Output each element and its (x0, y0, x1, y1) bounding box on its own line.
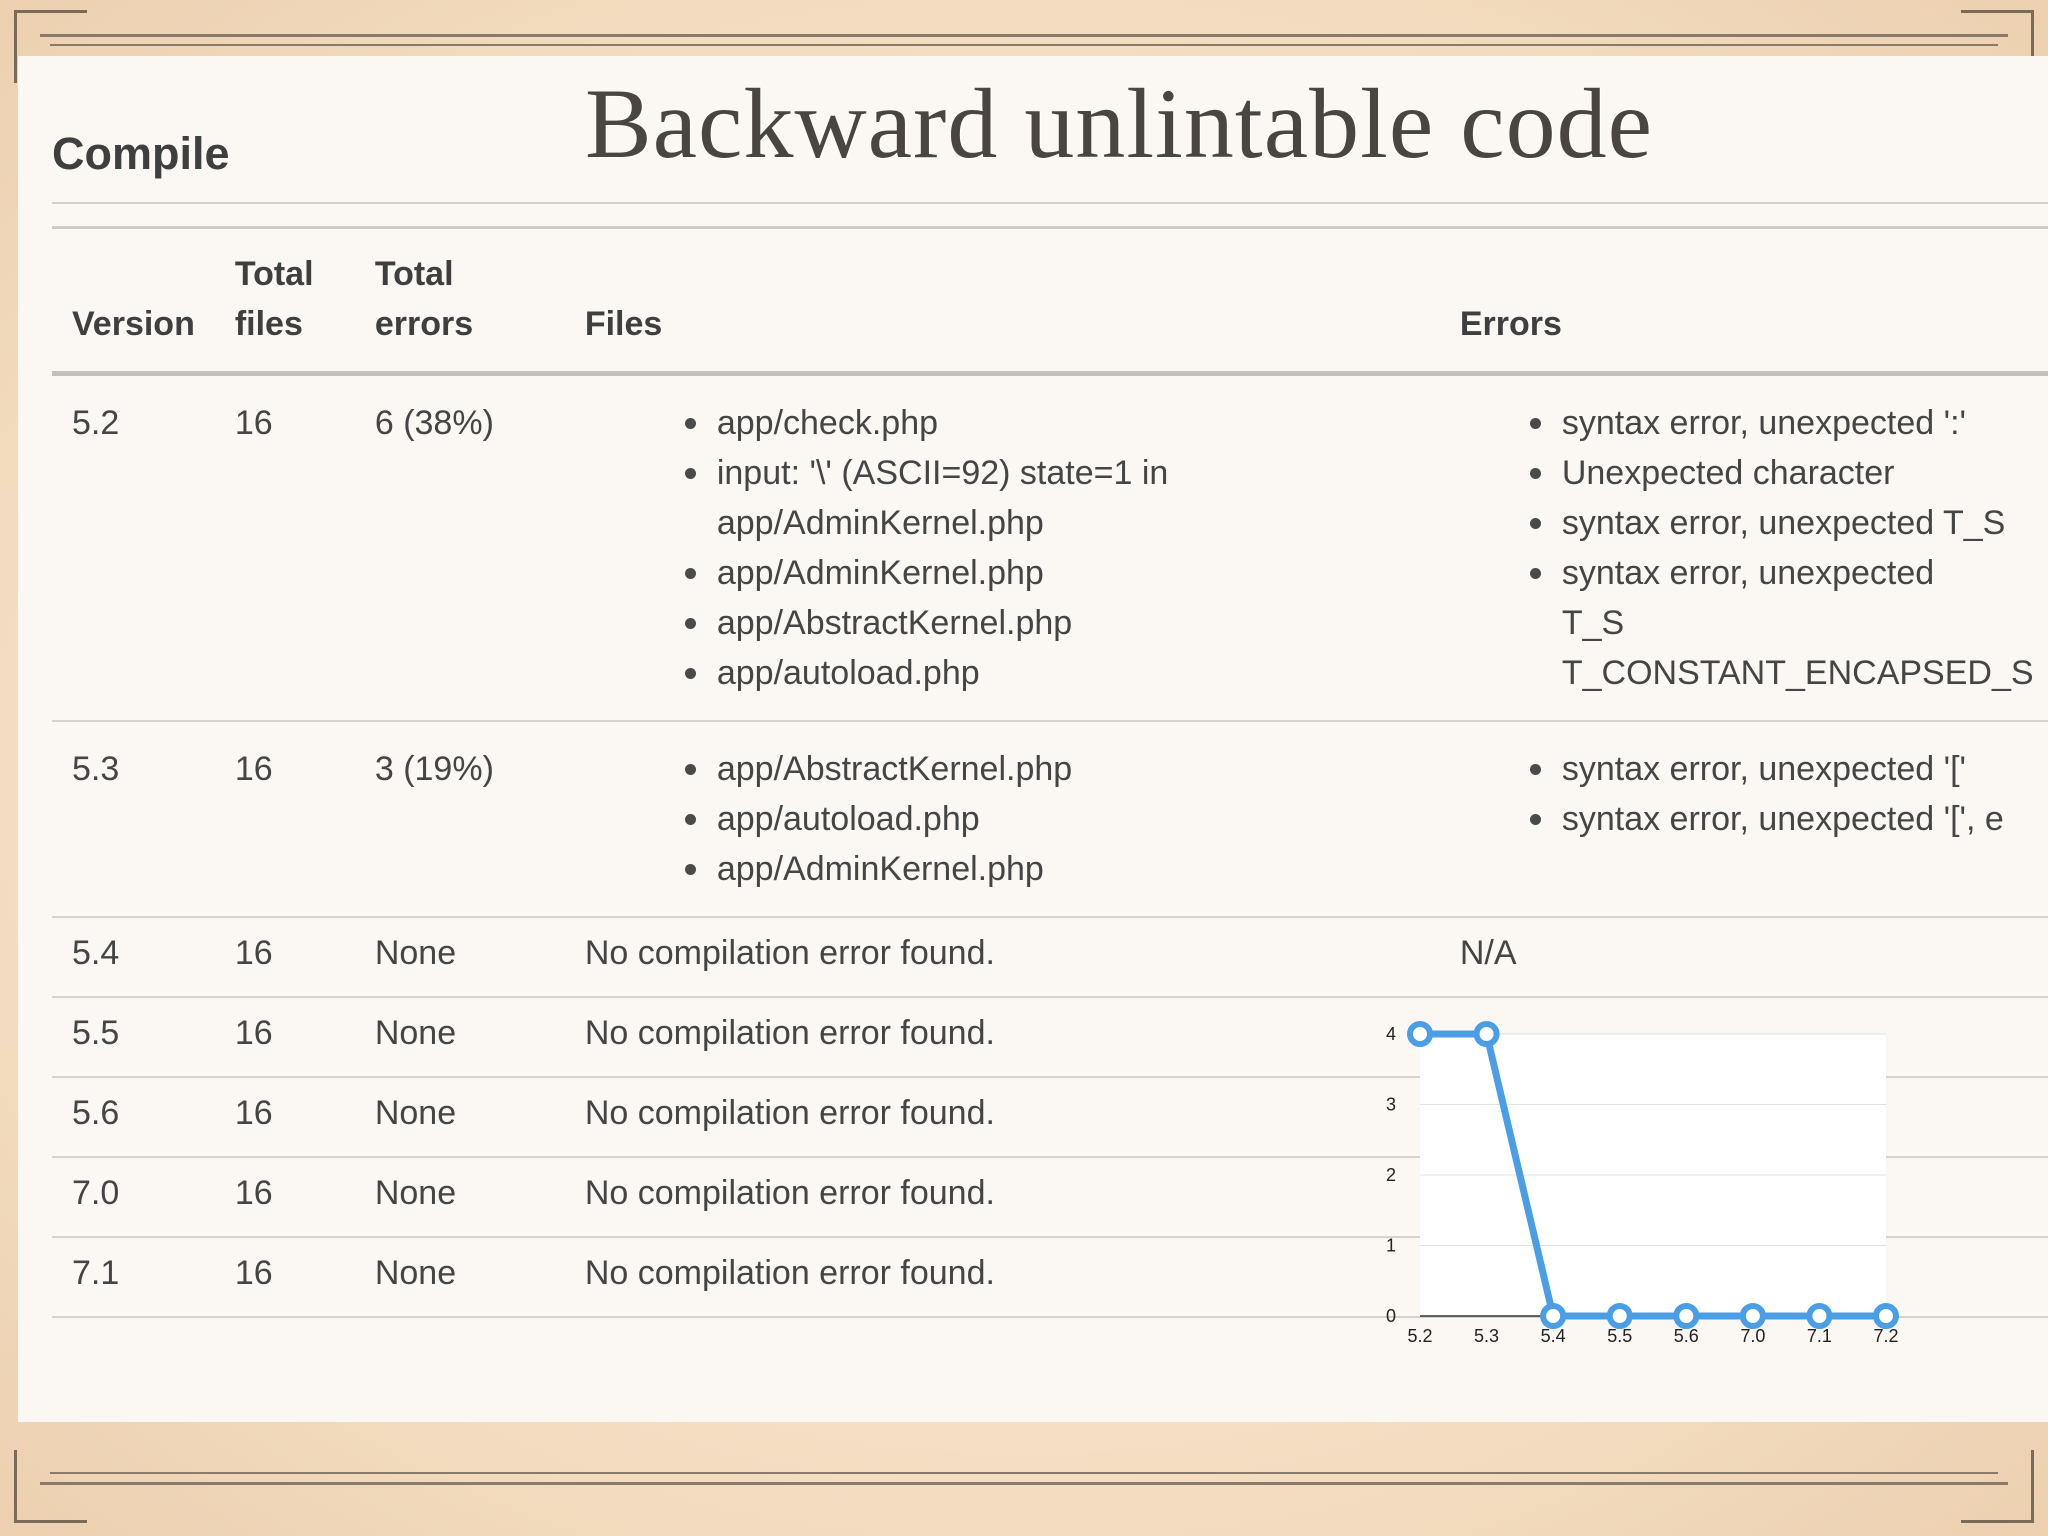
title-divider (52, 202, 2048, 204)
list-item: input: '\' (ASCII=92) state=1 in app/Adm… (684, 448, 1177, 548)
list-item: app/autoload.php (684, 648, 1420, 698)
table-row: 5.4 16 None No compilation error found. … (52, 917, 2048, 998)
table-row: 5.3 16 3 (19%) app/AbstractKernel.php ap… (52, 721, 2048, 918)
list-item: app/AbstractKernel.php (684, 744, 1420, 794)
cell-total-files: 16 (214, 721, 355, 918)
frame-corner-bottom-right (1961, 1450, 2034, 1523)
table-header-row: Version Total files Total errors Files Err… (52, 226, 2048, 376)
cell-total-files: 16 (214, 1077, 355, 1158)
cell-total-files: 16 (214, 1237, 355, 1318)
errors-list: syntax error, unexpected '[' syntax erro… (1460, 744, 2048, 844)
cell-total-errors: 6 (38%) (354, 373, 565, 722)
y-tick-label: 1 (1386, 1236, 1396, 1256)
cell-files: No compilation error found. (564, 1237, 1440, 1318)
cell-files: app/AbstractKernel.php app/autoload.php … (564, 721, 1440, 918)
list-item: app/check.php (684, 398, 1420, 448)
header-version: Version (52, 226, 215, 376)
data-point (1806, 1303, 1833, 1329)
errors-line-chart: 0 1 2 3 4 5.2 5.3 5.4 5.5 5.6 7.0 7.1 7.2 (1368, 1018, 1908, 1358)
cell-version: 5.5 (52, 997, 215, 1078)
y-tick-label: 3 (1386, 1095, 1396, 1115)
list-item: syntax error, unexpected T_S T_CONSTANT_… (1529, 548, 2034, 698)
header-files: Files (564, 226, 1440, 376)
x-tick-label: 5.3 (1474, 1326, 1499, 1346)
header-errors: Errors (1439, 226, 2048, 376)
cell-version: 5.4 (52, 917, 215, 998)
list-item: syntax error, unexpected '[' (1529, 744, 2048, 794)
list-item: syntax error, unexpected ':' (1529, 398, 2048, 448)
data-point (1540, 1303, 1567, 1329)
data-point (1873, 1303, 1899, 1329)
cell-files: No compilation error found. (564, 1077, 1440, 1158)
header-total-errors: Total errors (354, 226, 565, 376)
y-tick-label: 0 (1386, 1306, 1396, 1326)
data-point (1407, 1021, 1433, 1047)
list-item: syntax error, unexpected T_S (1529, 498, 2048, 548)
data-point (1739, 1303, 1766, 1329)
list-item: Unexpected character (1529, 448, 2048, 498)
cell-version: 5.6 (52, 1077, 215, 1158)
errors-list: syntax error, unexpected ':' Unexpected … (1460, 398, 2048, 698)
cell-files: No compilation error found. (564, 997, 1440, 1078)
cell-total-errors: 3 (19%) (354, 721, 565, 918)
cell-errors: syntax error, unexpected '[' syntax erro… (1439, 721, 2048, 918)
cell-files: No compilation error found. (564, 917, 1440, 998)
slide-title: Backward unlintable code (584, 68, 1654, 179)
cell-total-errors: None (354, 997, 565, 1078)
cell-total-files: 16 (214, 1157, 355, 1238)
cell-files: No compilation error found. (564, 1157, 1440, 1238)
header-total-files: Total files (214, 226, 355, 376)
cell-errors: N/A (1439, 917, 2048, 998)
y-tick-label: 2 (1386, 1165, 1396, 1185)
frame-corner-bottom-left (14, 1450, 87, 1523)
line-chart-svg: 012345.2 5.3 5.4 5.5 5.6 7.0 7.1 7.2 (1386, 1021, 1899, 1346)
list-item: app/AdminKernel.php (684, 548, 1420, 598)
cell-files: app/check.php input: '\' (ASCII=92) stat… (564, 373, 1440, 722)
list-item: syntax error, unexpected '[', e (1529, 794, 2048, 844)
cell-errors: syntax error, unexpected ':' Unexpected … (1439, 373, 2048, 722)
frame-bottom-line (40, 1482, 2008, 1485)
cell-total-errors: None (354, 1157, 565, 1238)
cell-version: 7.1 (52, 1237, 215, 1318)
data-point (1473, 1021, 1500, 1047)
cell-total-errors: None (354, 1077, 565, 1158)
cell-total-files: 16 (214, 373, 355, 722)
frame-bottom-line-inner (50, 1472, 1998, 1474)
table-row: 5.2 16 6 (38%) app/check.php input: '\' … (52, 373, 2048, 722)
cell-total-files: 16 (214, 997, 355, 1078)
list-item: app/AdminKernel.php (684, 844, 1420, 894)
frame-top-line (40, 34, 2008, 37)
cell-total-files: 16 (214, 917, 355, 998)
list-item: app/AbstractKernel.php (684, 598, 1420, 648)
files-list: app/check.php input: '\' (ASCII=92) stat… (585, 398, 1420, 698)
data-point (1606, 1303, 1633, 1329)
cell-version: 7.0 (52, 1157, 215, 1238)
cell-version: 5.3 (52, 721, 215, 918)
files-list: app/AbstractKernel.php app/autoload.php … (585, 744, 1420, 894)
cell-total-errors: None (354, 1237, 565, 1318)
cell-version: 5.2 (52, 373, 215, 722)
x-tick-label: 5.2 (1407, 1326, 1432, 1346)
list-item: app/autoload.php (684, 794, 1420, 844)
y-tick-label: 4 (1386, 1024, 1396, 1044)
data-point (1673, 1303, 1700, 1329)
frame-top-line-inner (50, 44, 1998, 46)
cell-total-errors: None (354, 917, 565, 998)
